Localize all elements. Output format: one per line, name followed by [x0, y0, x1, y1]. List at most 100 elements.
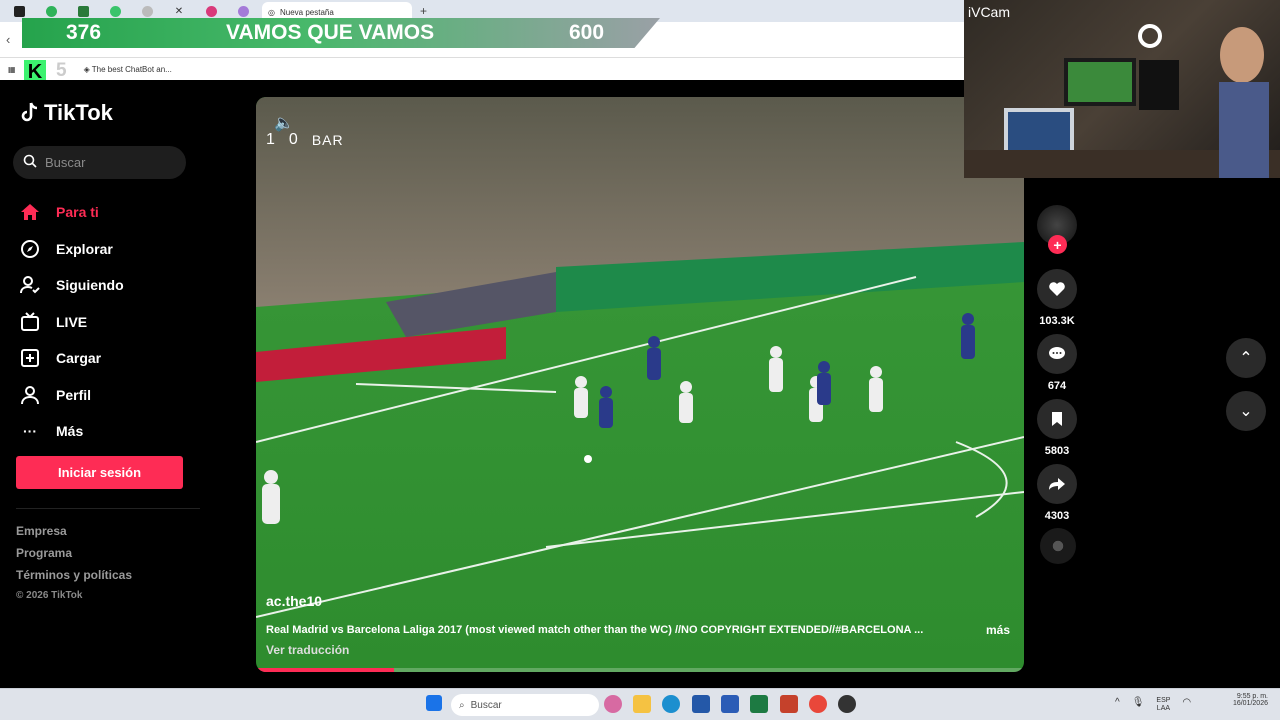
nav-item-explorar[interactable]: Explorar	[20, 231, 124, 268]
sidebar-divider	[16, 508, 200, 509]
tab-favicon-8[interactable]	[230, 3, 256, 19]
webcam-label: iVCam	[968, 4, 1011, 20]
clock[interactable]: 9:55 p. m. 16/01/2026	[1233, 693, 1268, 707]
footer-link-empresa[interactable]: Empresa	[16, 524, 132, 546]
nav-label: Explorar	[56, 240, 113, 257]
banner-left-number: 376	[66, 21, 102, 44]
windows-start-icon[interactable]	[426, 695, 442, 711]
compass-icon	[20, 239, 40, 259]
wifi-icon[interactable]: ◠	[1182, 697, 1191, 713]
login-button[interactable]: Iniciar sesión	[16, 456, 183, 489]
language-indicator[interactable]: ESP LAA	[1156, 697, 1170, 713]
obs-icon[interactable]	[838, 695, 856, 713]
edge-icon[interactable]	[662, 695, 680, 713]
footer-links: Empresa Programa Términos y políticas	[16, 524, 132, 590]
nav-label: Para ti	[56, 204, 99, 221]
tray-chevron-icon[interactable]: ^	[1115, 697, 1120, 713]
video-description: Real Madrid vs Barcelona Laliga 2017 (mo…	[266, 624, 924, 636]
chrome-icon[interactable]	[809, 695, 827, 713]
save-button[interactable]: 5803	[1037, 399, 1077, 457]
score-home: 1	[266, 131, 275, 148]
footer-link-programa[interactable]: Programa	[16, 546, 132, 568]
share-button[interactable]: 4303	[1037, 464, 1077, 522]
tab-favicon-3[interactable]	[70, 3, 96, 19]
volume-icon[interactable]: 🔈	[274, 113, 294, 133]
chatbot-icon: ◈	[83, 64, 90, 74]
word-icon[interactable]	[721, 695, 739, 713]
tiktok-sidebar: TikTok Buscar Para ti Explorar Siguiendo…	[0, 80, 255, 688]
copilot-icon[interactable]	[604, 695, 622, 713]
comment-button[interactable]: 674	[1037, 334, 1077, 392]
apps-grid-icon[interactable]: ▦	[8, 65, 16, 74]
banner-right-number: 600	[569, 21, 605, 44]
main-nav: Para ti Explorar Siguiendo LIVE Cargar P…	[20, 194, 124, 450]
like-count: 103.3K	[1039, 315, 1075, 327]
search-input[interactable]: Buscar	[13, 146, 186, 179]
powerpoint-icon[interactable]	[780, 695, 798, 713]
share-count: 4303	[1044, 510, 1070, 522]
tv-icon	[20, 312, 40, 332]
webcam-overlay: iVCam	[964, 0, 1280, 178]
video-progress-fill	[256, 668, 395, 672]
scoreboard: 1 0 BAR	[266, 131, 344, 149]
video-player[interactable]: 🔈 1 0 BAR ac.the10 Real Madrid vs Barcel…	[256, 97, 1024, 672]
nav-item-cargar[interactable]: Cargar	[20, 340, 124, 377]
chevron-down-icon: ⌄	[1239, 403, 1253, 420]
save-count: 5803	[1044, 445, 1070, 457]
like-button[interactable]: 103.3K	[1037, 269, 1077, 327]
nav-item-live[interactable]: LIVE	[20, 304, 124, 341]
excel-icon[interactable]	[750, 695, 768, 713]
nav-item-mas[interactable]: ··· Más	[20, 413, 124, 450]
previous-video-button[interactable]: ⌃	[1226, 338, 1266, 378]
footer-link-terminos[interactable]: Términos y políticas	[16, 568, 132, 590]
score-away: 0	[288, 131, 298, 148]
upload-plus-icon	[20, 348, 40, 368]
comment-count: 674	[1047, 380, 1067, 392]
tab-favicon-1[interactable]	[6, 3, 32, 19]
windows-taskbar: ⌕ Buscar ^ 🎙 ESP LAA ◠ 9:55 p. m. 16/01/…	[0, 688, 1280, 720]
file-explorer-icon[interactable]	[633, 695, 651, 713]
translate-link[interactable]: Ver traducción	[266, 643, 349, 657]
taskbar-search-placeholder: Buscar	[470, 699, 502, 711]
tab-favicon-x[interactable]: ✕	[166, 3, 192, 19]
globe-icon: ◎	[268, 7, 275, 17]
follow-plus-icon[interactable]: +	[1048, 235, 1067, 254]
kick-logo-number: 5	[56, 60, 67, 81]
stream-counter-banner: 376 VAMOS QUE VAMOS 600	[22, 18, 660, 48]
system-tray: ^ 🎙 ESP LAA ◠	[1115, 697, 1191, 713]
nav-label: Siguiendo	[56, 277, 124, 294]
bookmark-chatbot[interactable]: ◈ The best ChatBot an...	[84, 65, 172, 74]
clock-date: 16/01/2026	[1232, 700, 1268, 707]
more-dots-icon: ···	[23, 423, 37, 440]
new-tab-button[interactable]: +	[420, 4, 427, 18]
home-icon	[20, 202, 40, 222]
back-arrow-icon[interactable]: ‹	[6, 32, 10, 47]
video-progress-bar[interactable]	[256, 668, 1024, 672]
tab-favicon-5[interactable]	[134, 3, 160, 19]
tab-favicon-4[interactable]	[102, 3, 128, 19]
search-icon: ⌕	[459, 699, 465, 711]
webcam-image	[964, 24, 1280, 178]
nav-item-siguiendo[interactable]: Siguiendo	[20, 267, 124, 304]
nav-label: LIVE	[56, 313, 88, 330]
music-disc-icon[interactable]	[1040, 528, 1076, 564]
microphone-icon[interactable]: 🎙	[1132, 697, 1145, 713]
more-button[interactable]: más	[986, 623, 1010, 637]
nav-item-perfil[interactable]: Perfil	[20, 377, 124, 414]
user-follow-icon	[20, 275, 40, 295]
share-arrow-icon	[1037, 464, 1077, 504]
copyright: © 2026 TikTok	[16, 590, 83, 601]
nav-label: Más	[56, 423, 84, 440]
store-icon[interactable]	[692, 695, 710, 713]
tab-favicon-7[interactable]	[198, 3, 224, 19]
nav-label: Perfil	[56, 386, 92, 403]
comment-icon	[1037, 334, 1077, 374]
video-username[interactable]: ac.the10	[266, 593, 322, 609]
away-team: BAR	[311, 132, 344, 148]
taskbar-search[interactable]: ⌕ Buscar	[451, 694, 599, 716]
tiktok-logo[interactable]: TikTok	[20, 100, 113, 126]
nav-item-para-ti[interactable]: Para ti	[20, 194, 124, 231]
tab-favicon-2[interactable]	[38, 3, 64, 19]
next-video-button[interactable]: ⌄	[1226, 391, 1266, 431]
football-pitch-image	[256, 97, 1024, 672]
